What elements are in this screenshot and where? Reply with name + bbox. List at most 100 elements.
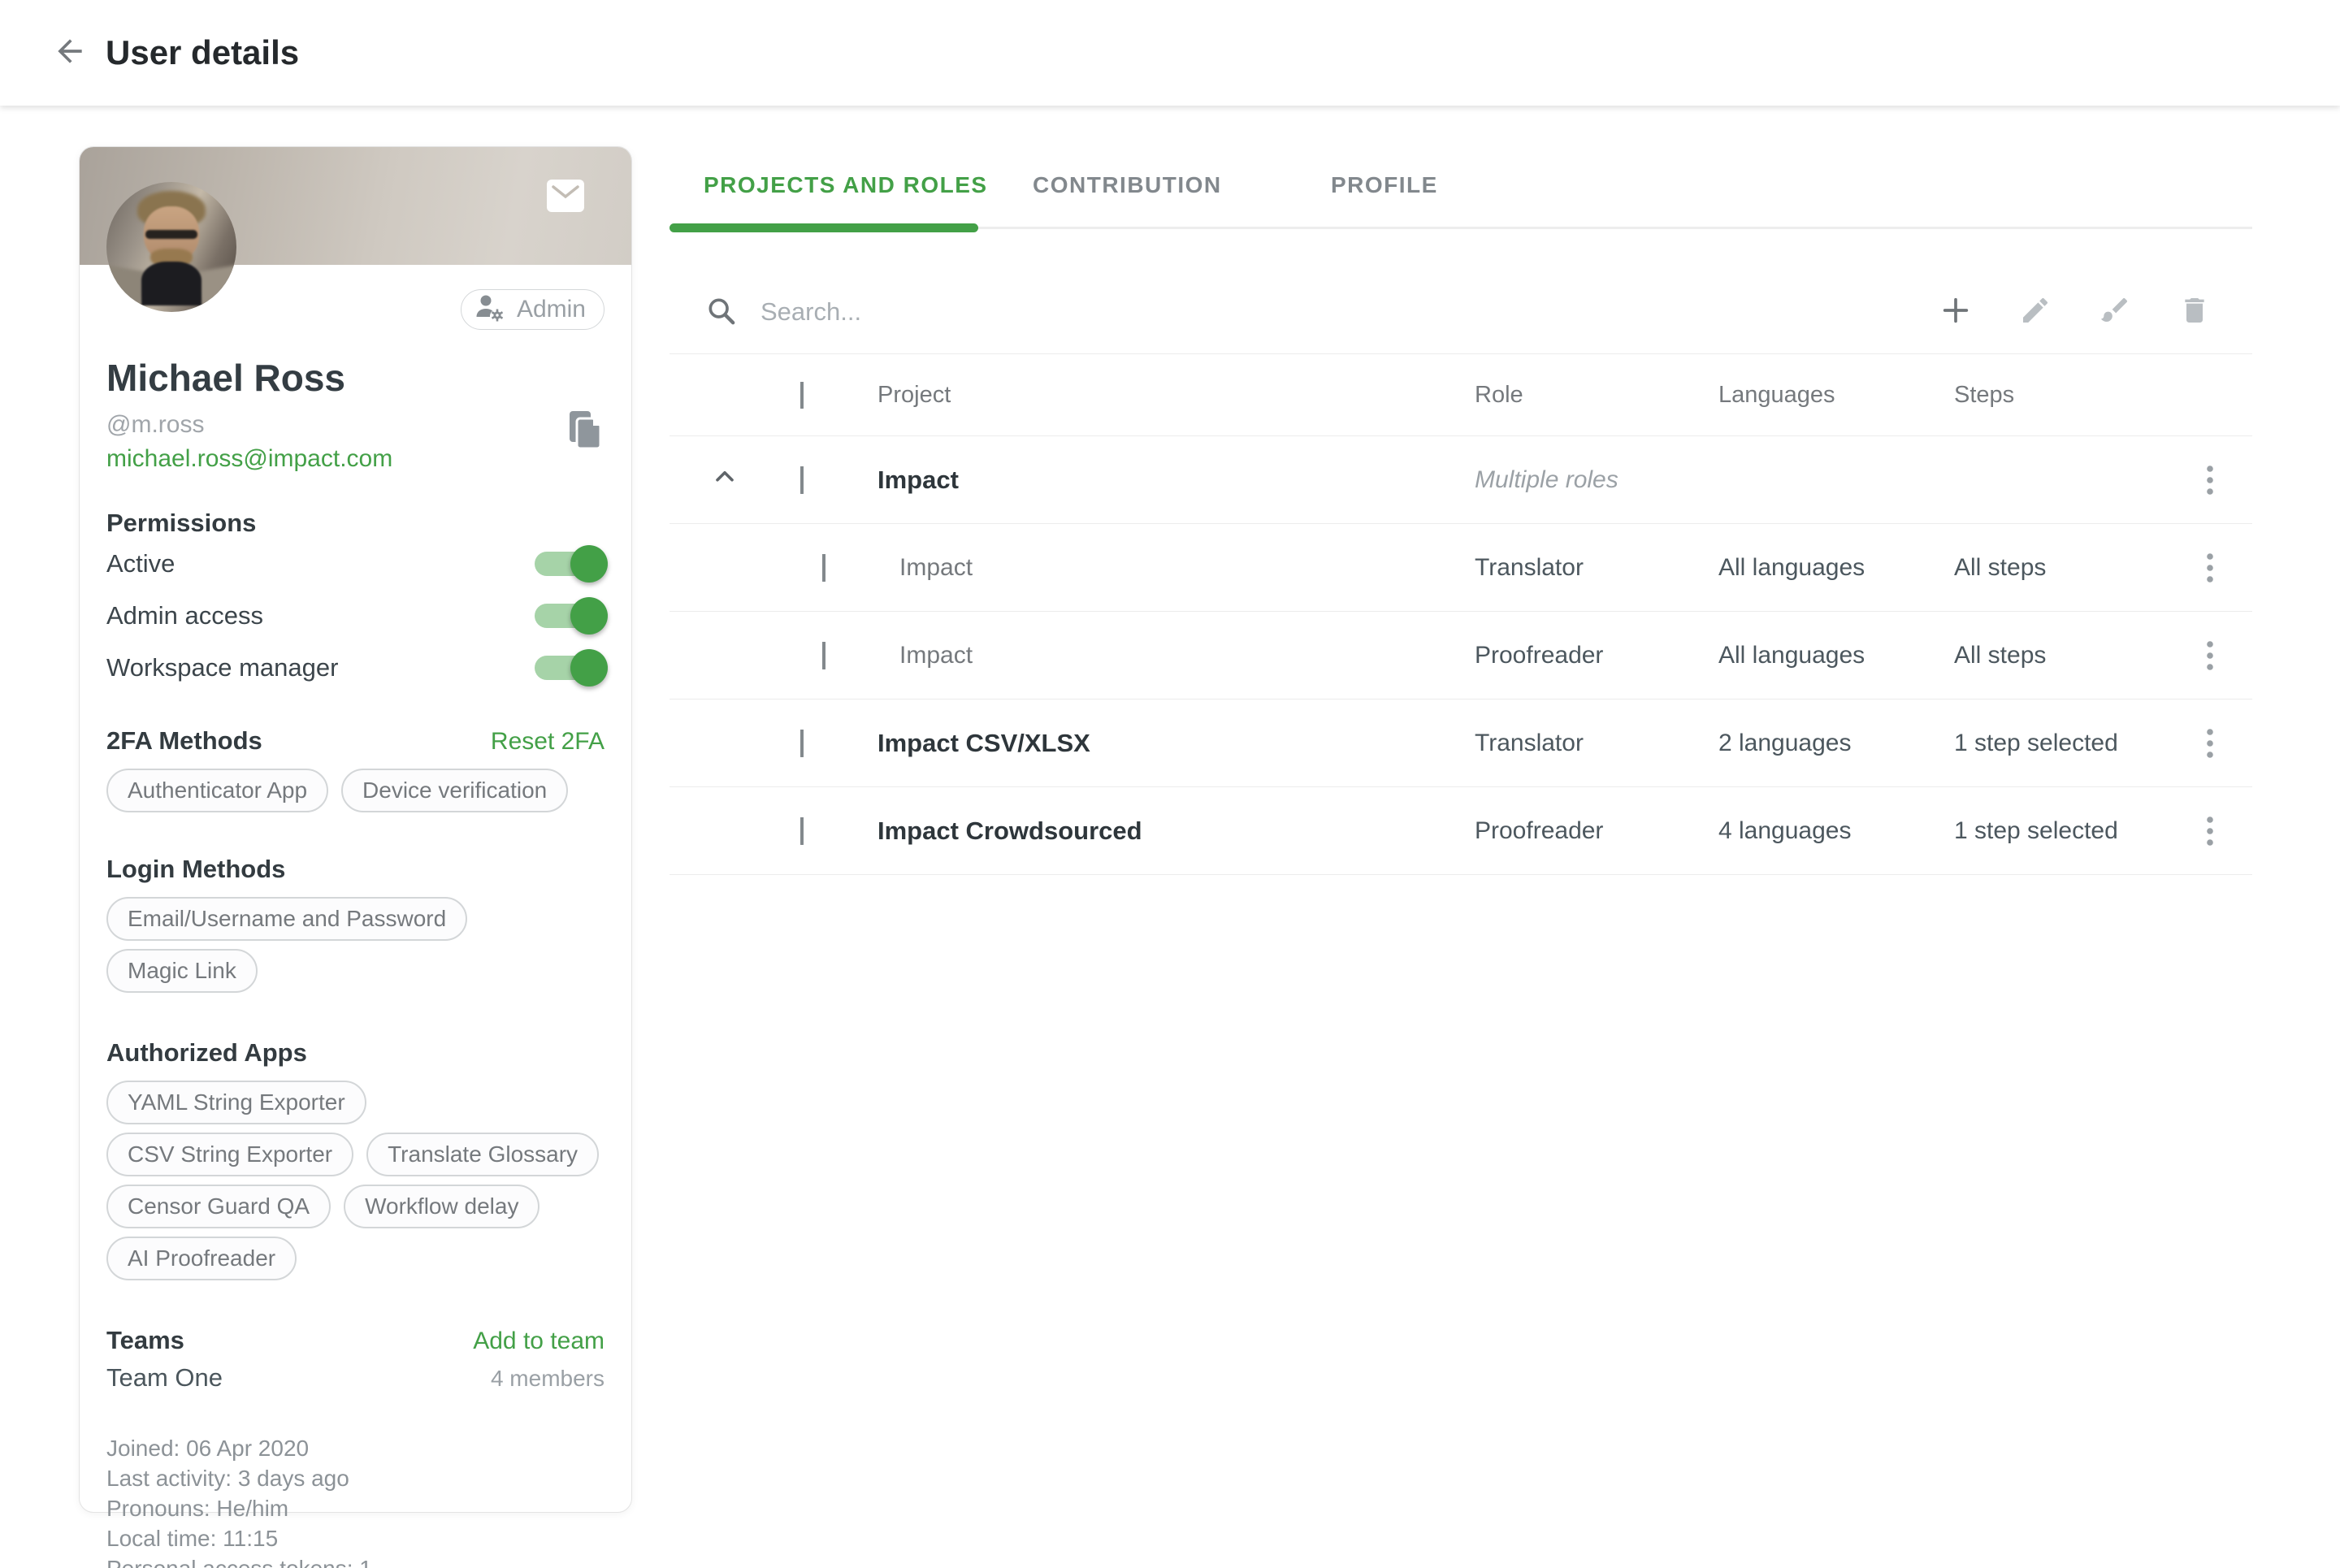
project-name: Impact xyxy=(878,554,1475,582)
send-email-button[interactable] xyxy=(547,180,584,212)
permission-label: Workspace manager xyxy=(106,653,338,682)
role-value: Proofreader xyxy=(1475,642,1718,669)
row-checkbox[interactable] xyxy=(822,642,826,669)
row-checkbox[interactable] xyxy=(800,730,804,757)
copy-icon xyxy=(567,440,604,454)
toggle-knob xyxy=(570,597,608,635)
permission-label: Active xyxy=(106,549,175,578)
toggle-knob xyxy=(570,545,608,583)
row-checkbox[interactable] xyxy=(822,554,826,582)
select-all-checkbox[interactable] xyxy=(800,382,804,409)
twofa-chips: Authenticator App Device verification xyxy=(106,769,604,812)
user-name: Michael Ross xyxy=(106,356,604,400)
tab-projects-and-roles[interactable]: PROJECTS AND ROLES xyxy=(704,172,988,198)
role-value: Multiple roles xyxy=(1475,466,1718,494)
row-menu-button[interactable] xyxy=(2194,638,2226,674)
edit-button[interactable] xyxy=(2018,295,2052,329)
teams-heading: Teams xyxy=(106,1326,184,1355)
workspace-manager-toggle[interactable] xyxy=(535,656,604,680)
row-menu-button[interactable] xyxy=(2194,550,2226,586)
tab-profile[interactable]: PROFILE xyxy=(1331,172,1438,198)
languages-value: 2 languages xyxy=(1718,730,1954,757)
mail-icon xyxy=(547,201,584,215)
steps-value: 1 step selected xyxy=(1954,817,2194,845)
table-row-impact-proofreader: Impact Proofreader All languages All ste… xyxy=(670,612,2252,700)
permission-row-workspace-manager: Workspace manager xyxy=(106,642,604,694)
meta-access-tokens: Personal access tokens: 1 xyxy=(106,1553,604,1568)
row-menu-button[interactable] xyxy=(2194,462,2226,498)
user-details-page: User details xyxy=(0,0,2340,1568)
meta-joined: Joined: 06 Apr 2020 xyxy=(106,1433,604,1463)
active-tab-indicator xyxy=(670,223,978,232)
role-value: Proofreader xyxy=(1475,817,1718,845)
team-row[interactable]: Team One 4 members xyxy=(106,1363,604,1393)
permissions-heading: Permissions xyxy=(106,509,604,538)
trash-icon xyxy=(2178,294,2211,331)
steps-value: All steps xyxy=(1954,642,2194,669)
delete-button[interactable] xyxy=(2178,295,2212,329)
admin-access-toggle[interactable] xyxy=(535,604,604,628)
permission-row-admin-access: Admin access xyxy=(106,590,604,642)
twofa-chip: Device verification xyxy=(341,769,568,812)
table-row-group-impact: Impact Multiple roles xyxy=(670,436,2252,524)
authorized-app-chip: AI Proofreader xyxy=(106,1237,297,1280)
user-handle: @m.ross xyxy=(106,411,604,439)
search-input[interactable] xyxy=(759,290,1493,334)
permission-label: Admin access xyxy=(106,601,263,630)
role-value: Translator xyxy=(1475,554,1718,582)
login-method-chips: Email/Username and Password Magic Link xyxy=(106,897,604,993)
row-menu-button[interactable] xyxy=(2194,726,2226,761)
twofa-heading: 2FA Methods xyxy=(106,726,262,756)
column-steps: Steps xyxy=(1954,382,2194,409)
user-email-link[interactable]: michael.ross@impact.com xyxy=(106,445,604,473)
login-methods-heading: Login Methods xyxy=(106,855,604,884)
authorized-app-chip: CSV String Exporter xyxy=(106,1133,353,1176)
collapse-button[interactable] xyxy=(710,470,739,497)
project-name: Impact xyxy=(878,466,1475,495)
broom-icon xyxy=(2099,294,2131,331)
authorized-apps-heading: Authorized Apps xyxy=(106,1038,604,1068)
clear-filters-button[interactable] xyxy=(2098,295,2132,329)
column-project: Project xyxy=(878,382,1475,409)
project-name: Impact CSV/XLSX xyxy=(878,729,1475,758)
twofa-chip: Authenticator App xyxy=(106,769,328,812)
reset-2fa-link[interactable]: Reset 2FA xyxy=(491,728,604,756)
tab-bar: PROJECTS AND ROLES CONTRIBUTION PROFILE xyxy=(670,151,2252,229)
project-name: Impact xyxy=(878,642,1475,669)
table-row-impact-translator: Impact Translator All languages All step… xyxy=(670,524,2252,612)
permission-row-active: Active xyxy=(106,538,604,590)
plus-icon xyxy=(1939,294,1972,331)
table-header: Project Role Languages Steps xyxy=(670,354,2252,436)
admin-badge-label: Admin xyxy=(517,296,586,323)
column-role: Role xyxy=(1475,382,1718,409)
languages-value: All languages xyxy=(1718,554,1954,582)
page-title: User details xyxy=(106,33,299,72)
meta-local-time: Local time: 11:15 xyxy=(106,1523,604,1553)
table-row-impact-crowdsourced: Impact Crowdsourced Proofreader 4 langua… xyxy=(670,787,2252,875)
copy-email-button[interactable] xyxy=(567,409,604,451)
tab-contribution[interactable]: CONTRIBUTION xyxy=(1033,172,1222,198)
login-method-chip: Magic Link xyxy=(106,949,258,993)
authorized-app-chips: YAML String Exporter CSV String Exporter… xyxy=(106,1081,604,1280)
add-to-team-link[interactable]: Add to team xyxy=(473,1328,604,1355)
table-toolbar xyxy=(670,272,2252,354)
row-checkbox[interactable] xyxy=(800,817,804,845)
meta-pronouns: Pronouns: He/him xyxy=(106,1493,604,1523)
add-button[interactable] xyxy=(1939,295,1973,329)
admin-user-gear-icon xyxy=(474,293,507,327)
pencil-icon xyxy=(2019,294,2052,331)
user-card: Admin Michael Ross @m.ross michael.ross@… xyxy=(79,146,632,1513)
row-checkbox[interactable] xyxy=(800,466,804,494)
authorized-app-chip: Censor Guard QA xyxy=(106,1185,331,1228)
arrow-left-icon xyxy=(52,33,88,73)
toggle-knob xyxy=(570,649,608,687)
steps-value: All steps xyxy=(1954,554,2194,582)
steps-value: 1 step selected xyxy=(1954,730,2194,757)
login-method-chip: Email/Username and Password xyxy=(106,897,467,941)
languages-value: All languages xyxy=(1718,642,1954,669)
back-button[interactable] xyxy=(50,33,89,72)
authorized-app-chip: Workflow delay xyxy=(344,1185,540,1228)
row-menu-button[interactable] xyxy=(2194,813,2226,849)
active-toggle[interactable] xyxy=(535,552,604,576)
team-name: Team One xyxy=(106,1363,223,1393)
